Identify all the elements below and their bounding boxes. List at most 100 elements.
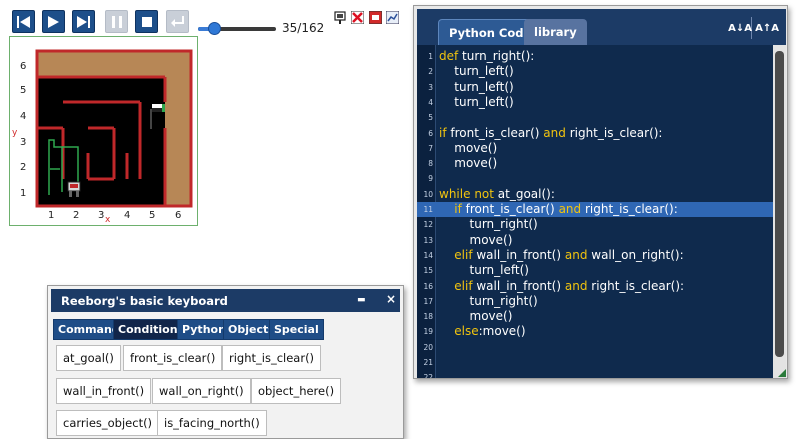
return-button[interactable]	[166, 10, 189, 33]
code-line[interactable]: 12 turn_right()	[417, 217, 773, 232]
code-line[interactable]: 13 move()	[417, 233, 773, 248]
code-text: move()	[439, 233, 513, 248]
code-line[interactable]: 11 if front_is_clear() and right_is_clea…	[417, 202, 773, 218]
world-info-icon	[334, 10, 346, 24]
code-line[interactable]: 14 elif wall_in_front() and wall_on_righ…	[417, 248, 773, 263]
key-at-goal[interactable]: at_goal()	[56, 345, 121, 371]
code-token: right_is_clear():	[581, 202, 678, 216]
return-icon	[171, 16, 184, 27]
code-text: turn_right()	[439, 217, 538, 232]
line-number: 20	[423, 342, 433, 352]
speed-slider-thumb[interactable]	[207, 22, 221, 35]
code-line[interactable]: 7 move()	[417, 141, 773, 156]
code-text: move()	[439, 141, 497, 156]
code-token: front_is_clear()	[446, 125, 544, 140]
code-line[interactable]: 10 while not at_goal():	[417, 187, 773, 202]
font-decrease-button[interactable]: A↓A	[728, 19, 752, 37]
x-tick-3: 3	[98, 210, 104, 221]
x-tick-1: 1	[48, 210, 54, 221]
step-forward-button[interactable]	[72, 10, 95, 33]
edit-world-button[interactable]	[385, 10, 399, 25]
line-number: 2	[428, 67, 433, 77]
key-wall-on-right[interactable]: wall_on_right()	[152, 378, 251, 404]
code-text: else:move()	[439, 324, 525, 339]
code-line[interactable]: 4 turn_left()	[417, 95, 773, 110]
key-is-facing-north[interactable]: is_facing_north()	[157, 410, 267, 436]
code-line[interactable]: 15 turn_left()	[417, 263, 773, 278]
clear-world-button[interactable]	[350, 10, 364, 25]
code-keyword: and	[558, 202, 582, 216]
code-keyword: elif	[454, 247, 473, 262]
code-token: move()	[439, 156, 498, 171]
key-front-is-clear[interactable]: front_is_clear()	[123, 345, 223, 371]
code-keyword: if	[439, 125, 447, 140]
line-number: 7	[428, 143, 433, 153]
run-icon	[48, 15, 59, 28]
editor-tab-bar: Python Code library A↓A A↑A	[417, 9, 786, 45]
editor-scrollbar[interactable]	[773, 45, 786, 378]
code-line[interactable]: 9	[417, 171, 773, 186]
code-token: turn_right()	[439, 217, 538, 232]
minimize-icon[interactable]: ▬	[357, 295, 366, 305]
code-text: def turn_right():	[439, 49, 534, 64]
clear-editor-icon	[368, 11, 382, 24]
code-line[interactable]: 19 else:move()	[417, 324, 773, 339]
pause-button[interactable]	[105, 10, 128, 33]
key-right-is-clear[interactable]: right_is_clear()	[222, 345, 322, 371]
world-info-button[interactable]	[333, 10, 347, 25]
code-line[interactable]: 5	[417, 110, 773, 125]
line-number: 15	[423, 266, 433, 276]
keyboard-titlebar[interactable]: Reeborg's basic keyboard ▬ ×	[51, 289, 400, 312]
keyboard-window: Reeborg's basic keyboard ▬ × Commands Co…	[47, 285, 404, 439]
code-line[interactable]: 21	[417, 355, 773, 370]
x-tick-5: 5	[149, 210, 155, 221]
line-number: 12	[423, 220, 433, 230]
stop-button[interactable]	[135, 10, 158, 33]
code-line[interactable]: 22	[417, 370, 773, 378]
tab-library[interactable]: library	[524, 19, 587, 45]
line-number: 5	[428, 113, 433, 123]
code-line[interactable]: 3 turn_left()	[417, 80, 773, 95]
code-line[interactable]: 6 if front_is_clear() and right_is_clear(…	[417, 126, 773, 141]
line-number: 11	[423, 205, 433, 214]
kbd-tab-special[interactable]: Special	[269, 319, 324, 340]
code-text: turn_left()	[439, 64, 513, 79]
code-text: move()	[439, 156, 497, 171]
font-increase-button[interactable]: A↑A	[755, 19, 779, 37]
key-object-here[interactable]: object_here()	[251, 378, 342, 404]
key-wall-in-front[interactable]: wall_in_front()	[56, 378, 152, 404]
code-text: if front_is_clear() and right_is_clear()…	[439, 202, 678, 217]
code-line[interactable]: 8 move()	[417, 156, 773, 171]
code-area[interactable]: 1 def turn_right(): 2 turn_left() 3 turn_le…	[417, 45, 773, 378]
code-line[interactable]: 20	[417, 340, 773, 355]
code-text: turn_right()	[439, 294, 538, 309]
code-keyword: and	[564, 278, 588, 293]
code-token: turn_left()	[439, 263, 529, 278]
code-line[interactable]: 1 def turn_right():	[417, 49, 773, 64]
line-number: 13	[423, 235, 433, 245]
clear-editor-button[interactable]	[368, 10, 382, 25]
code-keyword: and	[564, 247, 588, 262]
run-button[interactable]	[42, 10, 65, 33]
pause-icon	[111, 15, 122, 28]
key-carries-object[interactable]: carries_object()	[56, 410, 160, 436]
code-keyword: while	[439, 186, 471, 201]
code-line[interactable]: 18 move()	[417, 309, 773, 324]
line-number: 21	[423, 358, 433, 367]
y-tick-3: 3	[20, 137, 26, 148]
code-text: turn_left()	[439, 263, 529, 278]
line-number: 17	[423, 296, 433, 306]
reload-button[interactable]	[12, 10, 35, 33]
code-line[interactable]: 2 turn_left()	[417, 64, 773, 79]
code-token: wall_in_front()	[472, 247, 565, 262]
close-icon[interactable]: ×	[386, 292, 396, 306]
y-axis-label: y	[12, 128, 18, 138]
code-keyword: if	[454, 202, 462, 216]
editor-scrollbar-thumb[interactable]	[775, 51, 784, 357]
code-line[interactable]: 16 elif wall_in_front() and right_is_cle…	[417, 279, 773, 294]
code-token: move()	[439, 140, 498, 155]
resize-grip-icon[interactable]	[778, 369, 786, 377]
code-line[interactable]: 17 turn_right()	[417, 294, 773, 309]
stop-icon	[141, 16, 152, 27]
